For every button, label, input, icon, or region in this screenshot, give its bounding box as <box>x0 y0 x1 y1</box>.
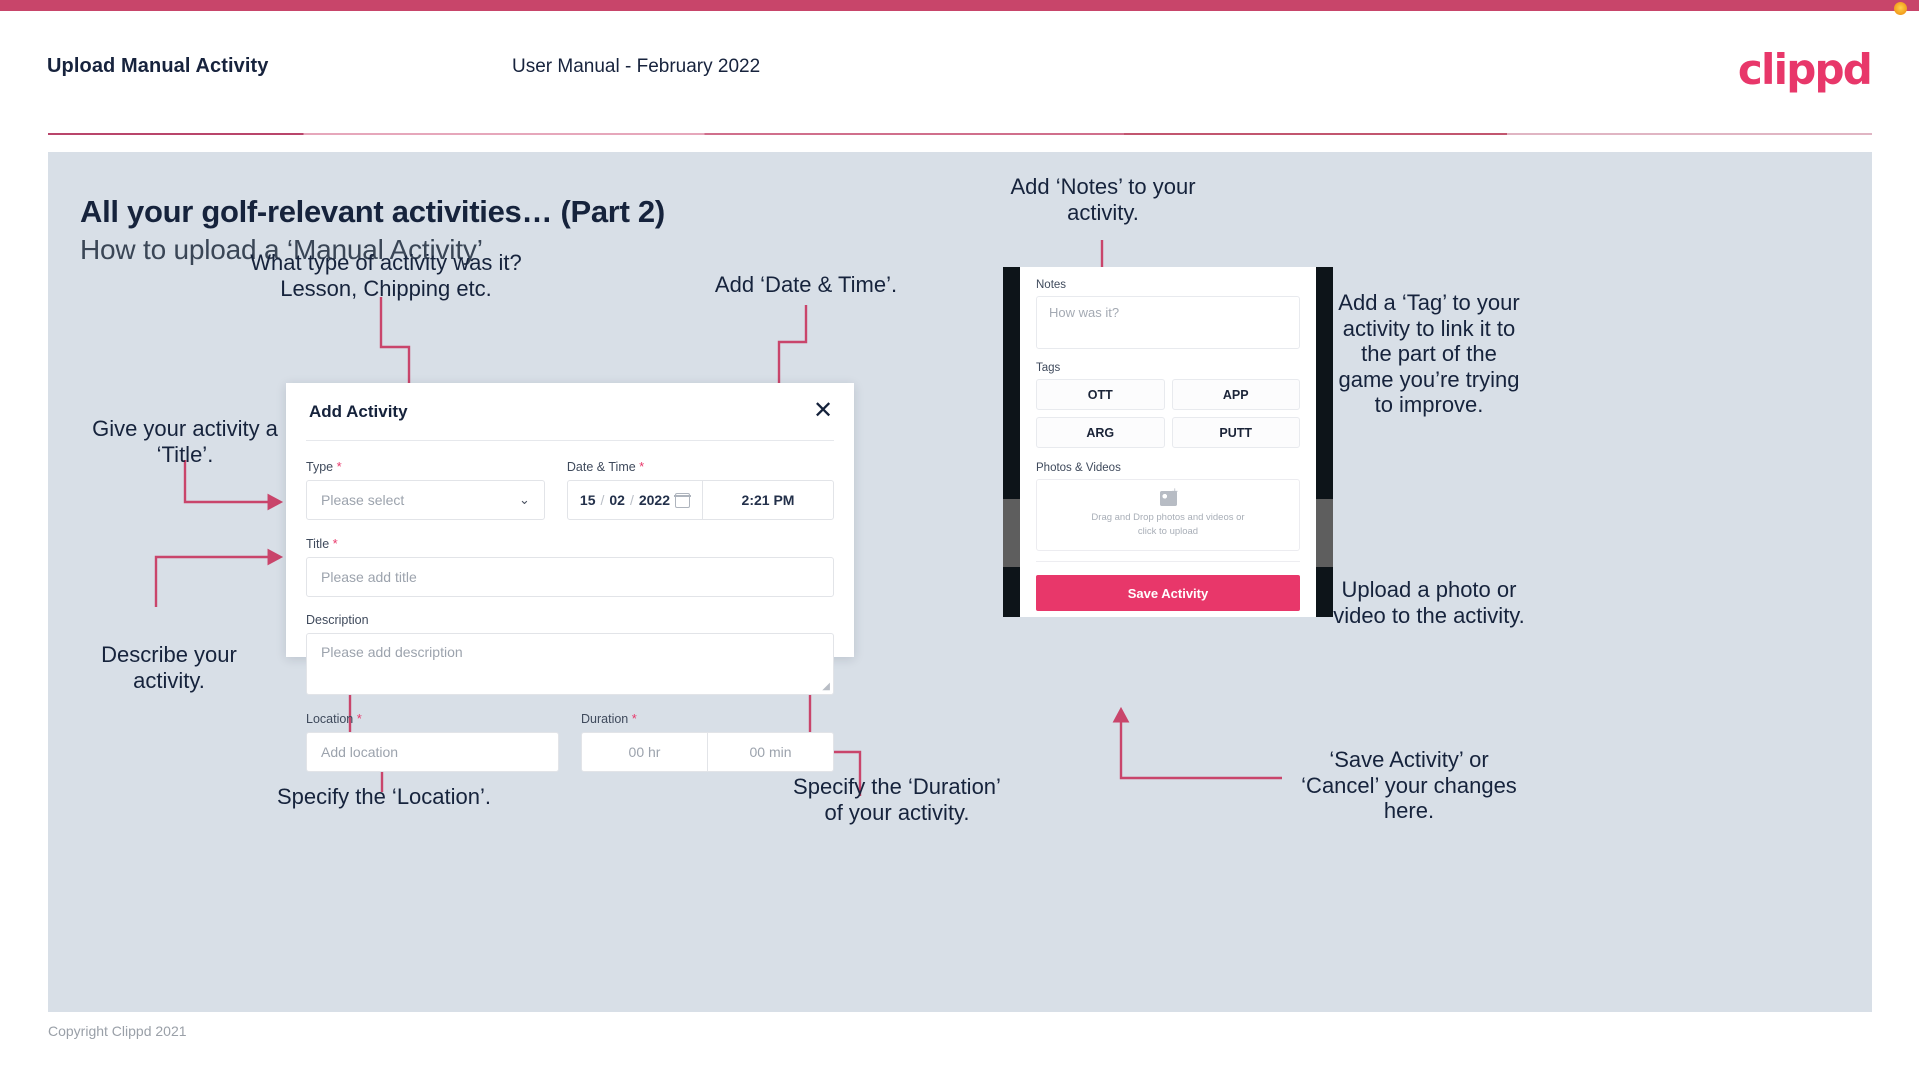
description-label-text: Description <box>306 613 369 627</box>
type-label: Type * <box>306 459 545 474</box>
title-placeholder: Please add title <box>321 569 417 585</box>
type-label-text: Type <box>306 460 334 474</box>
dropzone-text: Drag and Drop photos and videos or click… <box>1091 511 1244 539</box>
title-label-text: Title <box>306 537 330 551</box>
add-image-icon: + <box>1159 488 1179 507</box>
datetime-label-text: Date & Time <box>566 460 636 474</box>
phone-mockup: Notes How was it? Tags OTT APP ARG PUTT … <box>1003 267 1333 617</box>
chevron-down-icon: ⌄ <box>519 492 530 508</box>
tag-button-putt[interactable]: PUTT <box>1171 417 1300 448</box>
notes-placeholder: How was it? <box>1049 305 1120 320</box>
required-asterisk: * <box>639 459 645 474</box>
datetime-input-group: 15 / 02 / 2022 2:21 PM <box>566 480 834 520</box>
date-month: 02 <box>609 492 625 508</box>
description-placeholder: Please add description <box>321 644 463 660</box>
top-accent-bar <box>0 0 1919 15</box>
duration-label-text: Duration <box>581 712 629 726</box>
description-textarea[interactable]: Please add description ◢ <box>306 633 834 695</box>
page-root: Upload Manual Activity User Manual - Feb… <box>0 0 1919 1079</box>
tag-button-ott[interactable]: OTT <box>1036 379 1165 410</box>
date-sep-1: / <box>600 492 605 508</box>
annotation-tags: Add a ‘Tag’ to your activity to link it … <box>1338 290 1520 418</box>
field-duration: Duration * 00 hr 00 min <box>581 711 834 772</box>
notes-input[interactable]: How was it? <box>1036 296 1300 349</box>
field-location: Location * Add location <box>306 711 559 772</box>
duration-input-group: 00 hr 00 min <box>581 732 834 772</box>
required-asterisk: * <box>631 711 637 726</box>
title-input[interactable]: Please add title <box>306 557 834 597</box>
phone-separator <box>1036 561 1300 562</box>
field-datetime: Date & Time * 15 / 02 / 2022 2:21 PM <box>566 459 834 520</box>
title-label: Title * <box>306 536 834 551</box>
footer-copyright: Copyright Clippd 2021 <box>48 1023 187 1039</box>
date-sep-2: / <box>629 492 634 508</box>
annotation-upload: Upload a photo or video to the activity. <box>1333 577 1525 628</box>
required-asterisk: * <box>332 536 338 551</box>
required-asterisk: * <box>356 711 362 726</box>
date-day: 15 <box>579 492 596 508</box>
clippd-logo: clippd <box>1737 45 1873 94</box>
add-activity-dialog: Add Activity ✕ Type * Please select ⌄ Da… <box>286 383 854 772</box>
datetime-label: Date & Time * <box>567 459 834 474</box>
required-asterisk: * <box>336 459 342 474</box>
dialog-header: Add Activity ✕ <box>286 383 854 441</box>
row-type-datetime: Type * Please select ⌄ Date & Time * 15 … <box>306 459 834 536</box>
photo-upload-dropzone[interactable]: + Drag and Drop photos and videos or cli… <box>1036 479 1300 551</box>
phone-volume-button-right <box>1316 499 1333 567</box>
annotation-save-cancel: ‘Save Activity’ or ‘Cancel’ your changes… <box>1301 747 1517 824</box>
description-label: Description <box>306 613 834 627</box>
duration-hours-input[interactable]: 00 hr <box>582 733 708 771</box>
duration-minutes-input[interactable]: 00 min <box>708 733 833 771</box>
close-icon[interactable]: ✕ <box>810 397 836 423</box>
notes-label: Notes <box>1036 279 1067 291</box>
header-subtitle: User Manual - February 2022 <box>512 56 761 77</box>
location-label-text: Location <box>306 712 354 726</box>
tag-button-arg[interactable]: ARG <box>1036 417 1165 448</box>
tags-grid: OTT APP ARG PUTT <box>1036 379 1300 448</box>
dropzone-line-2: click to upload <box>1137 526 1199 537</box>
slide-title: All your golf-relevant activities… (Part… <box>80 194 665 229</box>
calendar-icon[interactable] <box>674 492 691 508</box>
row-location-duration: Location * Add location Duration * 00 hr… <box>306 711 834 788</box>
header-divider <box>48 133 1872 135</box>
location-label: Location * <box>306 711 559 726</box>
location-placeholder: Add location <box>321 744 399 760</box>
page-title: Upload Manual Activity <box>47 55 269 77</box>
dropzone-line-1: Drag and Drop photos and videos or <box>1091 512 1245 524</box>
dialog-title: Add Activity <box>309 402 408 421</box>
slide-canvas: All your golf-relevant activities… (Part… <box>48 152 1872 1012</box>
type-placeholder: Please select <box>321 492 405 508</box>
dialog-body: Type * Please select ⌄ Date & Time * 15 … <box>286 441 854 788</box>
duration-label: Duration * <box>581 711 834 726</box>
field-description: Description Please add description ◢ <box>306 613 834 695</box>
save-activity-button[interactable]: Save Activity <box>1036 575 1300 611</box>
time-input[interactable]: 2:21 PM <box>703 481 833 519</box>
location-input[interactable]: Add location <box>306 732 559 772</box>
phone-content: Notes How was it? Tags OTT APP ARG PUTT … <box>1020 267 1316 617</box>
field-type: Type * Please select ⌄ <box>306 459 545 520</box>
tag-button-app[interactable]: APP <box>1171 379 1300 410</box>
annotation-notes: Add ‘Notes’ to your activity. <box>1010 174 1196 225</box>
date-year: 2022 <box>638 492 670 508</box>
date-input[interactable]: 15 / 02 / 2022 <box>568 481 703 519</box>
annotation-title: Give your activity a ‘Title’. <box>92 416 278 467</box>
field-title: Title * Please add title <box>306 536 834 597</box>
resize-handle-icon[interactable]: ◢ <box>822 681 830 692</box>
type-select[interactable]: Please select ⌄ <box>306 480 545 520</box>
phone-screen: Notes How was it? Tags OTT APP ARG PUTT … <box>1020 267 1316 617</box>
page-header: Upload Manual Activity User Manual - Feb… <box>0 11 1919 135</box>
phone-volume-button-left <box>1003 499 1020 567</box>
annotation-type: What type of activity was it? Lesson, Ch… <box>250 250 522 301</box>
tags-label: Tags <box>1036 362 1061 374</box>
photos-videos-label: Photos & Videos <box>1036 462 1121 474</box>
annotation-description: Describe your activity. <box>101 642 237 693</box>
annotation-datetime: Add ‘Date & Time’. <box>714 272 898 297</box>
